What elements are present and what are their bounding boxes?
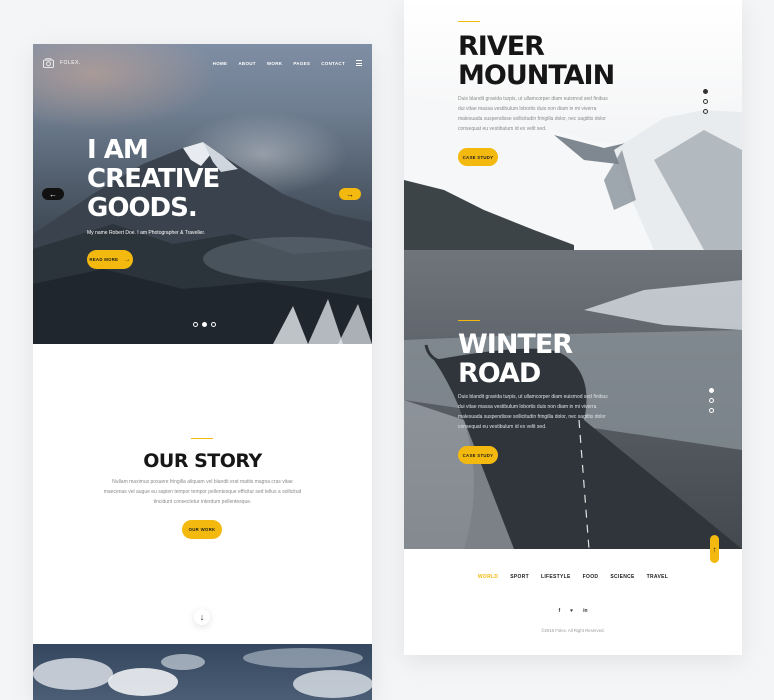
- category-menu: WORLD SPORT LIFESTYLE FOOD SCIENCE TRAVE…: [404, 574, 742, 580]
- project-title: WINTER ROAD: [458, 329, 573, 389]
- slider-next-button[interactable]: →: [339, 188, 361, 200]
- category-world[interactable]: WORLD: [478, 574, 498, 580]
- category-science[interactable]: SCIENCE: [610, 574, 634, 580]
- read-more-button[interactable]: READ MORE →: [87, 250, 133, 269]
- main-navigation: HOME ABOUT WORK PAGES CONTACT: [213, 60, 362, 66]
- clouds-image: [33, 648, 372, 698]
- project-description-line: malesuada suspendisse sollicitudin fring…: [458, 116, 606, 122]
- slider-dot-active[interactable]: [202, 322, 207, 327]
- brand-logo[interactable]: FOLEX.: [43, 58, 81, 68]
- brand-name: FOLEX.: [60, 60, 81, 66]
- case-study-label: CASE STUDY: [462, 154, 494, 160]
- project-winter-road: WINTER ROAD Duis blandit gravida turpis,…: [404, 250, 742, 549]
- section-dot-active[interactable]: [703, 89, 708, 94]
- story-line: tincidunt consectetur interdum pellentes…: [153, 499, 252, 505]
- section-pagination: [703, 89, 708, 114]
- project-description-line: Duis blandit gravida turpis, ut ullamcor…: [458, 394, 608, 400]
- homepage-preview: FOLEX. HOME ABOUT WORK PAGES CONTACT I A…: [33, 44, 372, 700]
- hamburger-icon[interactable]: [356, 60, 362, 66]
- section-dot[interactable]: [709, 398, 714, 403]
- arrow-down-icon: ↓: [199, 612, 205, 622]
- project-description-line: malesuada suspendisse sollicitudin fring…: [458, 414, 606, 420]
- project-river-mountain: RIVER MOUNTAIN Duis blandit gravida turp…: [404, 0, 742, 250]
- slider-dot[interactable]: [211, 322, 216, 327]
- hero-subtitle: My name Robert Doe. I am Photographer & …: [87, 230, 206, 236]
- project-title-line: MOUNTAIN: [458, 60, 615, 91]
- hero-section: FOLEX. HOME ABOUT WORK PAGES CONTACT I A…: [33, 44, 372, 344]
- project-title-line: RIVER: [458, 31, 545, 62]
- back-to-top-button[interactable]: ↑: [710, 535, 719, 563]
- project-description-line: consequat eu vestibulum id ex velit sed.: [458, 424, 547, 430]
- section-dot[interactable]: [703, 109, 708, 114]
- arrow-left-icon: ←: [49, 189, 57, 199]
- portfolio-preview: RIVER MOUNTAIN Duis blandit gravida turp…: [404, 0, 742, 655]
- project-description: Duis blandit gravida turpis, ut ullamcor…: [458, 94, 608, 134]
- project-title-line: WINTER: [458, 329, 573, 360]
- arrow-right-icon: →: [346, 189, 354, 199]
- social-links: f ♥ in: [404, 608, 742, 614]
- category-food[interactable]: FOOD: [583, 574, 599, 580]
- section-accent-line: [458, 21, 480, 22]
- section-accent-line: [458, 320, 480, 321]
- slider-prev-button[interactable]: ←: [42, 188, 64, 200]
- copyright-text: ©2016 Folex. All Right Reserved.: [541, 628, 605, 633]
- hero-title: I AM CREATIVE GOODS.: [87, 136, 247, 223]
- section-dot-active[interactable]: [709, 388, 714, 393]
- category-lifestyle[interactable]: LIFESTYLE: [541, 574, 571, 580]
- arrow-up-icon: ↑: [712, 544, 717, 554]
- case-study-button[interactable]: CASE STUDY: [458, 446, 498, 464]
- project-description-line: dui vitae massa vestibulum lobortis duis…: [458, 106, 597, 112]
- case-study-button[interactable]: CASE STUDY: [458, 148, 498, 166]
- story-line: maecenas vel augue eu sapien tempor temp…: [103, 489, 302, 495]
- camera-icon: [43, 58, 54, 68]
- nav-item-pages[interactable]: PAGES: [293, 61, 310, 66]
- scroll-down-button[interactable]: ↓: [194, 609, 210, 625]
- our-work-label: OUR WORK: [188, 527, 216, 532]
- story-title: OUR STORY: [143, 450, 262, 472]
- read-more-label: READ MORE: [89, 257, 119, 262]
- slider-dot[interactable]: [193, 322, 198, 327]
- section-dot[interactable]: [709, 408, 714, 413]
- case-study-label: CASE STUDY: [462, 452, 494, 458]
- nav-item-work[interactable]: WORK: [267, 61, 282, 66]
- project-title: RIVER MOUNTAIN: [458, 31, 615, 91]
- project-title-line: ROAD: [458, 358, 541, 389]
- project-description-line: Duis blandit gravida turpis, ut ullamcor…: [458, 96, 608, 102]
- section-accent-line: [191, 438, 213, 439]
- nav-item-home[interactable]: HOME: [213, 61, 228, 66]
- project-description-line: consequat eu vestibulum id ex velit sed.: [458, 126, 547, 132]
- section-pagination: [709, 388, 714, 413]
- story-line: Nullam maximus posuere fringilla aliquam…: [112, 479, 293, 485]
- nav-item-contact[interactable]: CONTACT: [321, 61, 345, 66]
- our-work-button[interactable]: OUR WORK: [182, 520, 222, 539]
- story-paragraph: Nullam maximus posuere fringilla aliquam…: [33, 477, 372, 507]
- hero-title-line: I AM: [87, 135, 149, 165]
- twitter-icon[interactable]: ♥: [570, 608, 573, 614]
- slider-pagination: [193, 322, 216, 327]
- category-travel[interactable]: TRAVEL: [647, 574, 668, 580]
- category-sport[interactable]: SPORT: [510, 574, 529, 580]
- hero-title-line: CREATIVE: [87, 164, 220, 194]
- facebook-icon[interactable]: f: [558, 608, 560, 614]
- project-description: Duis blandit gravida turpis, ut ullamcor…: [458, 392, 608, 432]
- arrow-right-icon: →: [124, 256, 131, 263]
- sky-image-strip: [33, 644, 372, 700]
- linkedin-icon[interactable]: in: [583, 608, 587, 614]
- nav-item-about[interactable]: ABOUT: [238, 61, 256, 66]
- section-dot[interactable]: [703, 99, 708, 104]
- project-description-line: dui vitae massa vestibulum lobortis duis…: [458, 404, 597, 410]
- hero-title-line: GOODS.: [87, 193, 198, 223]
